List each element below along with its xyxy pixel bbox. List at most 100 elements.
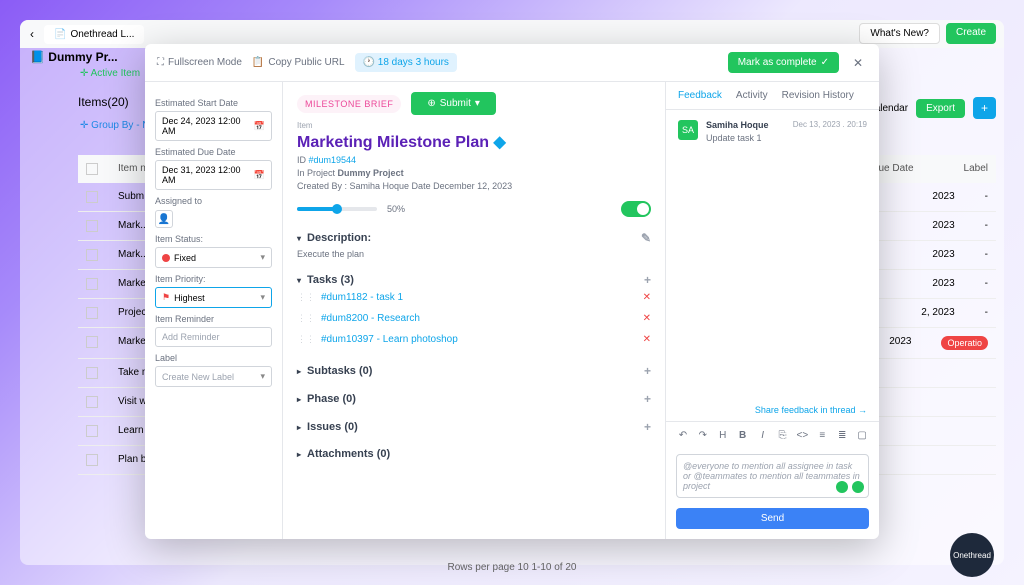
browser-tab[interactable]: 📄 Onethread L... (44, 25, 144, 44)
description-text: Execute the plan (297, 249, 651, 259)
progress-value: 50% (387, 204, 405, 214)
emoji-icon[interactable] (852, 481, 864, 493)
label-select[interactable]: Create New Label▾ (155, 366, 272, 387)
code-icon[interactable]: <> (795, 428, 809, 442)
attachments-section-header[interactable]: ▸ Attachments (0) (297, 448, 651, 460)
time-remaining: 🕐 18 days 3 hours (355, 53, 457, 72)
due-date-label: Estimated Due Date (155, 147, 272, 157)
reminder-label: Item Reminder (155, 314, 272, 324)
tab-history[interactable]: Revision History (782, 90, 854, 101)
chevron-down-icon: ▾ (297, 276, 301, 285)
image-icon[interactable]: ▢ (855, 428, 869, 442)
label-label: Label (155, 353, 272, 363)
calendar-icon: 📅 (254, 170, 265, 181)
status-select[interactable]: Fixed▾ (155, 247, 272, 268)
share-feedback-link[interactable]: Share feedback in thread → (666, 399, 879, 421)
tab-feedback[interactable]: Feedback (678, 90, 722, 101)
phase-section-header[interactable]: ▸ Phase (0) + (297, 392, 651, 406)
drag-icon[interactable]: ⋮⋮ (297, 334, 315, 345)
add-subtask-button[interactable]: + (644, 364, 651, 378)
progress-slider[interactable] (297, 207, 377, 211)
reminder-input[interactable]: Add Reminder (155, 327, 272, 347)
link-icon[interactable]: ⎘ (776, 428, 790, 442)
send-button[interactable]: Send (676, 508, 869, 529)
remove-task-button[interactable]: ✕ (643, 334, 651, 345)
item-id: ID #dum19544 (297, 155, 651, 165)
select-all-checkbox[interactable] (86, 163, 98, 175)
chevron-right-icon: ▸ (297, 395, 301, 404)
numbered-list-icon[interactable]: ≣ (835, 428, 849, 442)
assignee-add-button[interactable]: 👤 (155, 210, 173, 228)
add-button[interactable]: + (973, 97, 996, 119)
priority-select[interactable]: ⚑Highest▾ (155, 287, 272, 308)
at-mention-icon[interactable] (836, 481, 848, 493)
comment-item: SA Samiha Hoque Dec 13, 2023 . 20:19 Upd… (678, 120, 867, 143)
tasks-section-header[interactable]: ▾ Tasks (3) + (297, 273, 651, 287)
start-date-input[interactable]: Dec 24, 2023 12:00 AM📅 (155, 111, 272, 141)
tab-activity[interactable]: Activity (736, 90, 768, 101)
active-items-tab[interactable]: ✛ Active Item (80, 68, 140, 79)
chevron-right-icon: ▸ (297, 450, 301, 459)
task-item[interactable]: ⋮⋮ #dum10397 - Learn photoshop ✕ (297, 329, 651, 350)
pagination[interactable]: Rows per page 10 1-10 of 20 (448, 562, 577, 573)
status-label: Item Status: (155, 234, 272, 244)
comment-input[interactable]: @everyone to mention all assignee in tas… (676, 454, 869, 498)
task-item[interactable]: ⋮⋮ #dum1182 - task 1 ✕ (297, 287, 651, 308)
subtasks-section-header[interactable]: ▸ Subtasks (0) + (297, 364, 651, 378)
drag-icon[interactable]: ⋮⋮ (297, 292, 315, 303)
description-section-header[interactable]: ▾ Description: ✎ (297, 231, 651, 245)
task-item[interactable]: ⋮⋮ #dum8200 - Research ✕ (297, 308, 651, 329)
calendar-icon: 📅 (254, 121, 265, 132)
redo-icon[interactable]: ↷ (696, 428, 710, 442)
milestone-title: Marketing Milestone Plan ◆ (297, 132, 651, 152)
create-button[interactable]: Create (946, 23, 996, 44)
fullscreen-button[interactable]: ⛶ Fullscreen Mode (157, 57, 242, 68)
remove-task-button[interactable]: ✕ (643, 313, 651, 324)
issues-section-header[interactable]: ▸ Issues (0) + (297, 420, 651, 434)
remove-task-button[interactable]: ✕ (643, 292, 651, 303)
onethread-logo: Onethread (950, 533, 994, 577)
drag-icon[interactable]: ⋮⋮ (297, 313, 315, 324)
list-icon[interactable]: ≡ (815, 428, 829, 442)
chevron-down-icon: ▾ (297, 234, 301, 243)
items-count: Items(20) (78, 95, 129, 109)
chevron-down-icon: ▾ (260, 252, 265, 263)
due-date-input[interactable]: Dec 31, 2023 12:00 AM📅 (155, 160, 272, 190)
add-phase-button[interactable]: + (644, 392, 651, 406)
diamond-icon: ◆ (494, 134, 506, 151)
modal-main: MILESTONE BRIEF ⊕ Submit ▾ Item Marketin… (283, 82, 665, 539)
edit-icon[interactable]: ✎ (641, 231, 651, 245)
whats-new-button[interactable]: What's New? (859, 23, 940, 44)
comments-panel: Feedback Activity Revision History SA Sa… (665, 82, 879, 539)
undo-icon[interactable]: ↶ (676, 428, 690, 442)
close-icon[interactable]: ✕ (849, 54, 867, 72)
chevron-right-icon: ▸ (297, 423, 301, 432)
comment-author: Samiha Hoque (706, 120, 769, 130)
chevron-down-icon: ▾ (260, 292, 265, 303)
italic-icon[interactable]: I (756, 428, 770, 442)
modal-sidebar: Estimated Start Date Dec 24, 2023 12:00 … (145, 82, 283, 539)
priority-label: Item Priority: (155, 274, 272, 284)
milestone-modal: ⛶ Fullscreen Mode 📋 Copy Public URL 🕐 18… (145, 44, 879, 539)
back-icon: ‹ (30, 27, 34, 41)
item-label: Item (297, 121, 651, 130)
mark-complete-button[interactable]: Mark as complete ✓ (728, 52, 839, 73)
editor-toolbar: ↶ ↷ H B I ⎘ <> ≡ ≣ ▢ (666, 421, 879, 448)
comment-time: Dec 13, 2023 . 20:19 (793, 120, 867, 129)
add-issue-button[interactable]: + (644, 420, 651, 434)
submit-button[interactable]: ⊕ Submit ▾ (411, 92, 496, 115)
start-date-label: Estimated Start Date (155, 98, 272, 108)
chevron-right-icon: ▸ (297, 367, 301, 376)
copy-url-button[interactable]: 📋 Copy Public URL (252, 57, 345, 68)
active-toggle[interactable] (621, 201, 651, 217)
bold-icon[interactable]: B (736, 428, 750, 442)
chevron-down-icon: ▾ (260, 371, 265, 382)
created-by-info: Created By : Samiha Hoque Date December … (297, 181, 651, 191)
heading-icon[interactable]: H (716, 428, 730, 442)
export-button[interactable]: Export (916, 99, 965, 118)
project-title: 📘 Dummy Pr... (30, 50, 118, 64)
add-task-button[interactable]: + (644, 273, 651, 287)
project-link[interactable]: In Project Dummy Project (297, 168, 651, 178)
assigned-label: Assigned to (155, 196, 272, 206)
milestone-brief-badge: MILESTONE BRIEF (297, 95, 401, 113)
